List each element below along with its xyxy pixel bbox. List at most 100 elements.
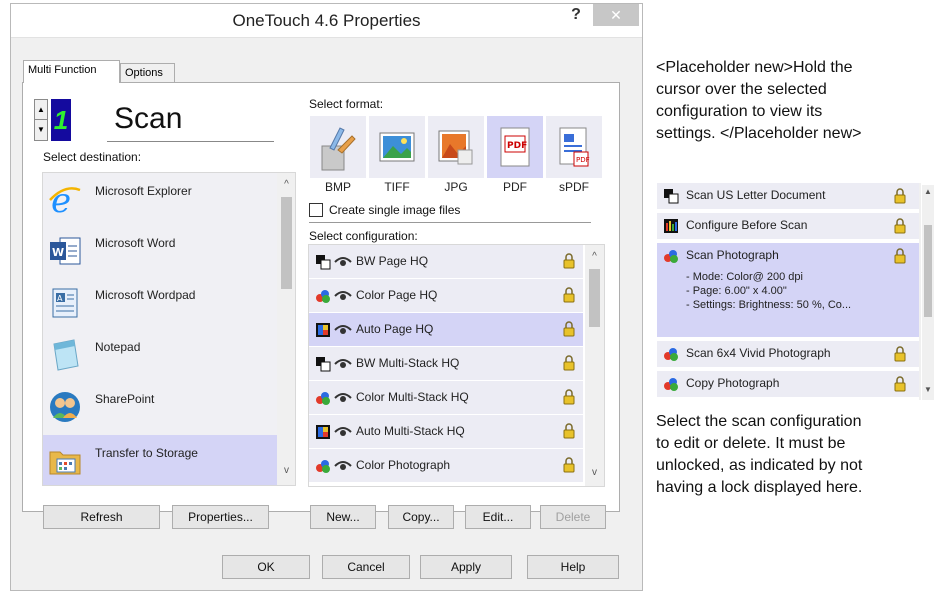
preview-item-scan-6x4-vivid[interactable]: Scan 6x4 Vivid Photograph	[657, 341, 919, 367]
destination-item-transfer-to-storage[interactable]: Transfer to Storage	[43, 435, 277, 485]
format-label-jpg: JPG	[444, 180, 468, 194]
config-item-bw-page-hq[interactable]: BW Page HQ	[309, 245, 583, 278]
preview-scrollbar[interactable]: ▲ ▼	[922, 185, 934, 400]
preview-eye-icon	[334, 257, 352, 266]
scroll-up-icon[interactable]: ^	[277, 179, 295, 190]
close-button[interactable]: ✕	[593, 4, 639, 26]
destination-item-sharepoint[interactable]: SharePoint	[43, 381, 277, 432]
color-page-icon	[664, 378, 678, 391]
lock-icon	[894, 346, 906, 362]
edit-button[interactable]: Edit...	[465, 505, 531, 529]
bmp-icon	[321, 127, 356, 171]
format-spdf[interactable]: PDF	[546, 116, 602, 178]
storage-folder-icon	[49, 451, 81, 475]
spinner-down-icon[interactable]: ▼	[35, 120, 47, 140]
scroll-down-icon[interactable]: v	[277, 465, 295, 476]
config-item-color-multi-stack-hq[interactable]: Color Multi-Stack HQ	[309, 381, 583, 414]
destination-scrollbar[interactable]: ^ v	[277, 173, 295, 485]
scroll-down-icon[interactable]: v	[585, 467, 604, 478]
color-page-icon	[316, 392, 330, 405]
format-label-tiff: TIFF	[384, 180, 410, 194]
color-page-icon	[664, 250, 678, 263]
destination-item-notepad[interactable]: Notepad	[43, 329, 277, 380]
cancel-button[interactable]: Cancel	[322, 555, 410, 579]
auto-page-icon	[316, 323, 330, 337]
format-label-spdf: sPDF	[559, 180, 589, 194]
scroll-thumb[interactable]	[589, 269, 600, 327]
config-item-color-page-hq[interactable]: Color Page HQ	[309, 279, 583, 312]
button-number-spinner[interactable]: ▲ ▼	[34, 99, 48, 141]
apply-button[interactable]: Apply	[420, 555, 512, 579]
preview-eye-icon	[334, 427, 352, 436]
tab-multi-function[interactable]: Multi Function	[23, 60, 120, 83]
tab-options[interactable]: Options	[120, 63, 175, 82]
color-page-icon	[664, 348, 678, 361]
delete-button[interactable]: Delete	[540, 505, 606, 529]
svg-text:A: A	[57, 294, 63, 303]
lock-icon	[894, 218, 906, 234]
lock-icon	[563, 253, 575, 269]
new-button[interactable]: New...	[310, 505, 376, 529]
destination-item-microsoft-wordpad[interactable]: A Microsoft Wordpad	[43, 277, 277, 328]
preview-eye-icon	[334, 393, 352, 402]
destination-list[interactable]: e Microsoft Explorer W Microsoft Word A …	[42, 172, 296, 486]
preview-item-scan-us-letter[interactable]: Scan US Letter Document	[657, 183, 919, 209]
config-item-auto-page-hq[interactable]: Auto Page HQ	[309, 313, 583, 346]
note-hover-settings: <Placeholder new>Hold the cursor over th…	[656, 59, 862, 142]
format-bmp[interactable]	[310, 116, 366, 178]
help-button[interactable]: Help	[527, 555, 619, 579]
bw-page-icon	[664, 189, 679, 204]
lock-icon	[894, 188, 906, 204]
lock-icon	[563, 389, 575, 405]
svg-text:e: e	[51, 182, 71, 216]
preview-eye-icon	[334, 325, 352, 334]
configuration-scrollbar[interactable]: ^ v	[585, 245, 604, 486]
svg-text:PDF: PDF	[576, 156, 590, 164]
lock-icon	[563, 457, 575, 473]
scroll-thumb[interactable]	[281, 197, 292, 289]
configuration-preview-list: Scan US Letter Document Configure Before…	[657, 183, 921, 400]
copy-button[interactable]: Copy...	[388, 505, 454, 529]
scroll-up-icon[interactable]: ▲	[922, 187, 934, 196]
single-image-checkbox[interactable]	[309, 203, 323, 217]
scroll-up-icon[interactable]: ^	[585, 251, 604, 262]
lock-icon	[894, 376, 906, 392]
format-label-bmp: BMP	[324, 180, 351, 194]
format-jpg[interactable]	[428, 116, 484, 178]
wordpad-icon: A	[52, 288, 78, 318]
internet-explorer-icon: e	[49, 182, 81, 216]
format-tiff[interactable]	[369, 116, 425, 178]
bw-page-icon	[316, 255, 331, 270]
preview-item-configure-before-scan[interactable]: Configure Before Scan	[657, 213, 919, 239]
config-item-auto-multi-stack-hq[interactable]: Auto Multi-Stack HQ	[309, 415, 583, 448]
destination-item-microsoft-explorer[interactable]: e Microsoft Explorer	[43, 173, 277, 224]
configure-icon	[664, 219, 678, 233]
preview-eye-icon	[334, 291, 352, 300]
config-item-color-photograph[interactable]: Color Photograph	[309, 449, 583, 482]
lock-icon	[563, 321, 575, 337]
format-pdf[interactable]: PDF	[487, 116, 543, 178]
scroll-down-icon[interactable]: ▼	[922, 385, 934, 394]
destination-item-microsoft-word[interactable]: W Microsoft Word	[43, 225, 277, 276]
lock-icon	[563, 355, 575, 371]
scroll-thumb[interactable]	[924, 225, 932, 317]
preview-item-scan-photograph[interactable]: Scan Photograph - Mode: Color@ 200 dpi -…	[657, 243, 919, 337]
window-title: OneTouch 4.6 Properties	[232, 11, 421, 30]
single-image-label[interactable]: Create single image files	[329, 203, 460, 217]
configuration-list[interactable]: BW Page HQ Color Page HQ Auto Page HQ BW…	[308, 244, 605, 487]
name-underline	[107, 141, 274, 142]
refresh-button[interactable]: Refresh	[43, 505, 160, 529]
properties-button[interactable]: Properties...	[172, 505, 269, 529]
config-item-bw-multi-stack-hq[interactable]: BW Multi-Stack HQ	[309, 347, 583, 380]
ok-button[interactable]: OK	[222, 555, 310, 579]
preview-item-copy-photograph[interactable]: Copy Photograph	[657, 371, 919, 397]
notepad-icon	[53, 339, 79, 371]
help-question-button[interactable]: ?	[566, 6, 586, 24]
lock-icon	[563, 423, 575, 439]
spinner-up-icon[interactable]: ▲	[35, 100, 47, 120]
jpg-icon	[438, 130, 473, 165]
format-label-pdf: PDF	[503, 180, 527, 194]
preview-eye-icon	[334, 461, 352, 470]
color-page-icon	[316, 290, 330, 303]
preview-eye-icon	[334, 359, 352, 368]
